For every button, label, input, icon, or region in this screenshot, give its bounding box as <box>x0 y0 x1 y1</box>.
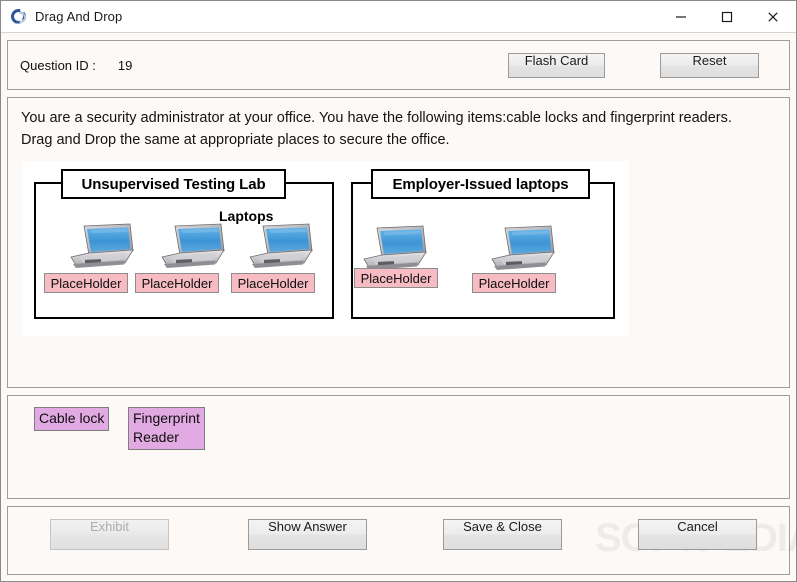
group-title-employer-issued-laptops: Employer-Issued laptops <box>371 169 590 199</box>
drop-target[interactable]: PlaceHolder <box>354 268 438 288</box>
drop-target[interactable]: PlaceHolder <box>231 273 315 293</box>
show-answer-button[interactable]: Show Answer <box>248 519 367 550</box>
drag-item-fingerprint-reader[interactable]: Fingerprint Reader <box>128 407 205 450</box>
exhibit-button[interactable]: Exhibit <box>50 519 169 550</box>
minimize-icon <box>676 15 686 18</box>
drop-target[interactable]: PlaceHolder <box>44 273 128 293</box>
close-button[interactable] <box>750 1 796 32</box>
header-panel: Question ID : 19 Flash Card Reset <box>7 40 790 90</box>
footer-panel: SOFTPEDIA® Exhibit Show Answer Save & Cl… <box>7 506 797 575</box>
app-c-logo-icon <box>10 8 28 26</box>
save-and-close-button[interactable]: Save & Close <box>443 519 562 550</box>
cancel-button[interactable]: Cancel <box>638 519 757 550</box>
flash-card-button[interactable]: Flash Card <box>508 52 605 78</box>
window-controls <box>658 1 796 32</box>
window-title: Drag And Drop <box>35 9 123 24</box>
minimize-button[interactable] <box>658 1 704 32</box>
scenario-diagram: Unsupervised Testing Lab Laptops PlaceHo… <box>22 161 629 336</box>
laptop-icon <box>488 223 558 275</box>
question-id-value: 19 <box>117 57 133 73</box>
drag-item-cable-lock[interactable]: Cable lock <box>34 407 110 431</box>
question-text: You are a security administrator at your… <box>21 110 732 148</box>
maximize-button[interactable] <box>704 1 750 32</box>
group-title-unsupervised-testing-lab: Unsupervised Testing Lab <box>61 169 286 199</box>
question-id-label: Question ID : <box>20 57 96 73</box>
laptop-icon <box>67 221 137 273</box>
drop-target[interactable]: PlaceHolder <box>472 273 556 293</box>
laptop-icon <box>158 221 228 273</box>
drag-source-panel: Cable lock Fingerprint Reader <box>7 395 790 499</box>
close-icon <box>768 11 778 22</box>
maximize-icon <box>721 11 733 22</box>
drop-target[interactable]: PlaceHolder <box>135 273 219 293</box>
laptop-icon <box>246 221 316 273</box>
title-bar: Drag And Drop <box>1 1 796 33</box>
reset-button[interactable]: Reset <box>660 52 759 78</box>
drag-and-drop-window: Drag And Drop Question ID : 19 Flash Car… <box>0 0 797 582</box>
question-panel: You are a security administrator at your… <box>7 97 790 388</box>
